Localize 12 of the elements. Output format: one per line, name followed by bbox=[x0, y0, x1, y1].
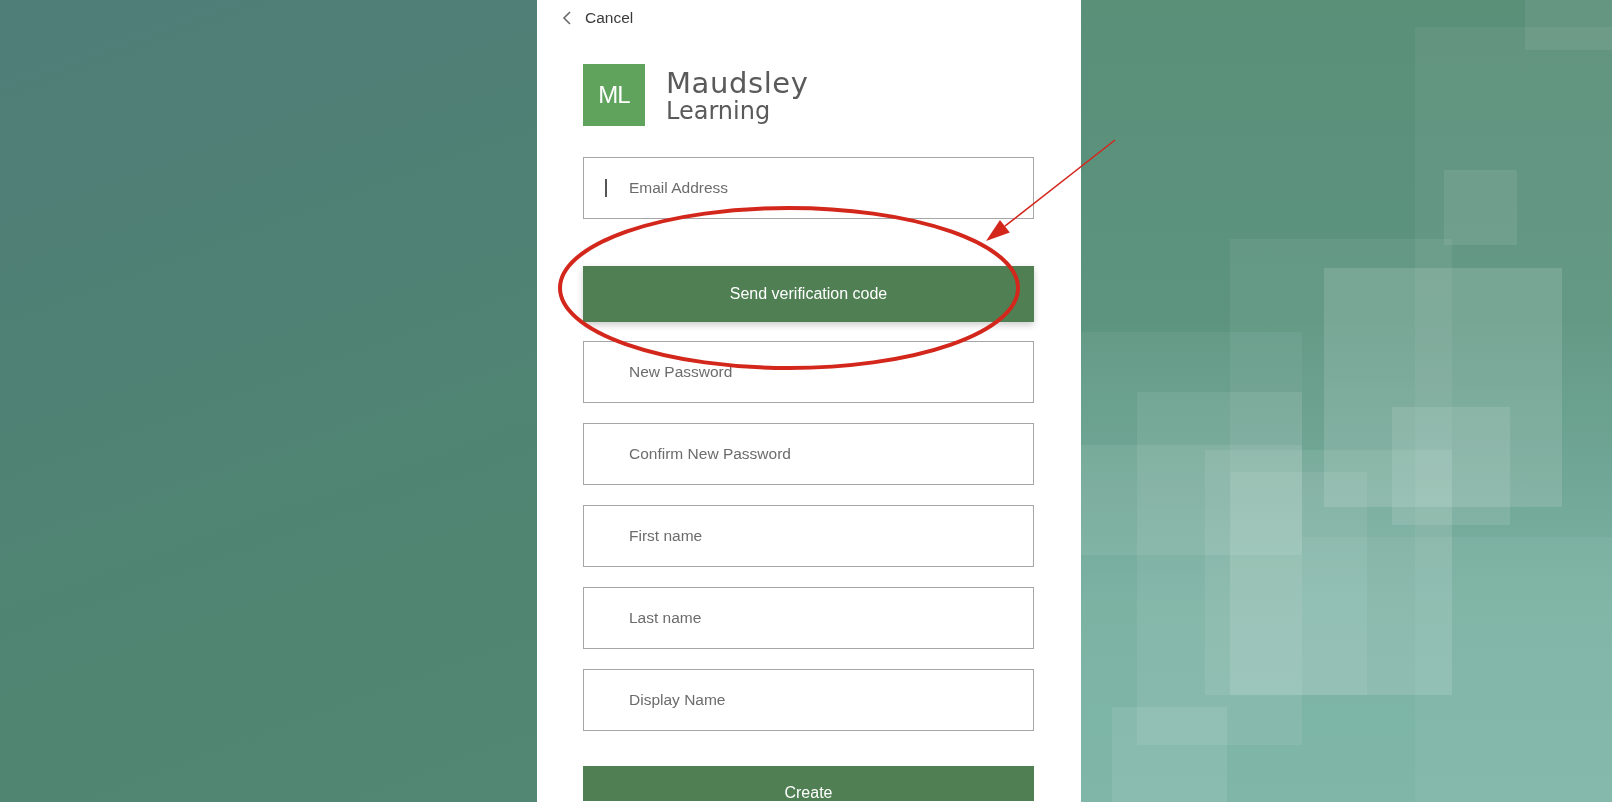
input-field[interactable]: Last name bbox=[583, 587, 1034, 649]
input-field[interactable]: Email Address bbox=[583, 157, 1034, 219]
form-button[interactable]: Create bbox=[583, 766, 1034, 801]
cancel-link[interactable]: Cancel bbox=[563, 9, 634, 27]
input-field[interactable]: Confirm New Password bbox=[583, 423, 1034, 485]
input-field[interactable]: Display Name bbox=[583, 669, 1034, 731]
input-field[interactable]: First name bbox=[583, 505, 1034, 567]
chevron-left-icon bbox=[563, 11, 571, 25]
logo-monogram: ML bbox=[583, 64, 645, 126]
input-field[interactable]: New Password bbox=[583, 341, 1034, 403]
logo-wordmark: Maudsley Learning bbox=[666, 68, 809, 124]
form-button[interactable]: Send verification code bbox=[583, 266, 1034, 322]
